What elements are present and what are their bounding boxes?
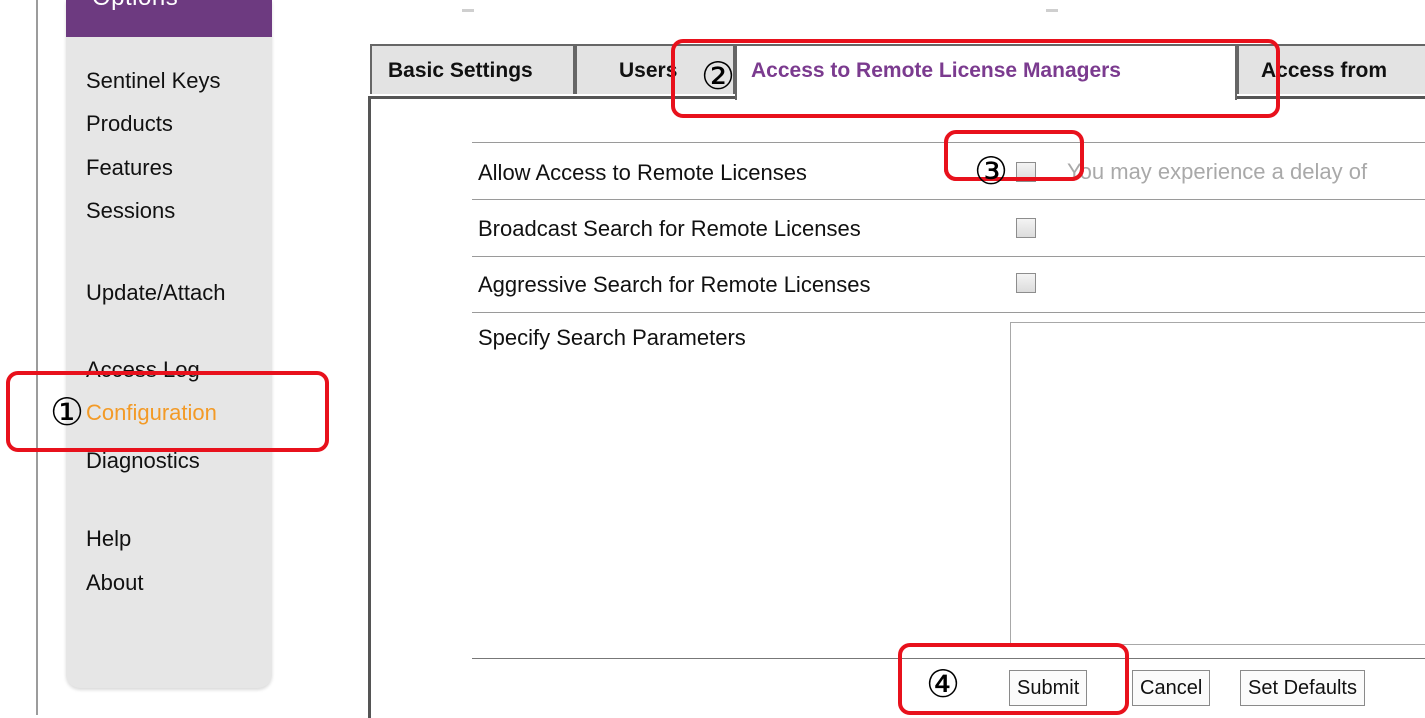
tab-access-from[interactable]: Access from (1237, 44, 1425, 94)
sidebar-item-help[interactable]: Help (86, 526, 131, 552)
submit-button[interactable]: Submit (1009, 670, 1088, 706)
sidebar-item-diagnostics[interactable]: Diagnostics (86, 448, 200, 474)
sidebar-item-sentinel-keys[interactable]: Sentinel Keys (86, 68, 221, 94)
row-divider (472, 142, 1425, 143)
callout-number-3: ③ (974, 149, 1009, 193)
row-divider (472, 256, 1425, 257)
search-parameters-textarea[interactable] (1010, 322, 1425, 645)
set-defaults-button[interactable]: Set Defaults (1240, 670, 1365, 706)
tab-bar: Basic Settings Users Access to Remote Li… (368, 44, 1425, 100)
row-divider (472, 199, 1425, 200)
sidebar-item-access-log[interactable]: Access Log (86, 357, 200, 383)
broadcast-search-label: Broadcast Search for Remote Licenses (478, 216, 861, 241)
top-tick-mark (462, 9, 474, 12)
delay-hint-text: You may experience a delay of (1067, 159, 1368, 184)
allow-access-label: Allow Access to Remote Licenses (478, 160, 807, 185)
broadcast-search-checkbox[interactable] (1016, 218, 1036, 238)
callout-number-1: ① (50, 390, 85, 434)
sidebar: Options Sentinel Keys Products Features … (66, 0, 272, 688)
top-tick-mark (1046, 9, 1058, 12)
left-divider (36, 0, 38, 715)
tab-access-to-remote-license-managers[interactable]: Access to Remote License Managers (735, 44, 1237, 100)
callout-number-4: ④ (926, 662, 961, 706)
sidebar-item-about[interactable]: About (86, 570, 144, 596)
button-bar-divider (472, 658, 1425, 659)
search-parameters-label: Specify Search Parameters (478, 325, 746, 350)
sidebar-item-update-attach[interactable]: Update/Attach (86, 280, 225, 306)
row-divider (472, 312, 1425, 313)
cancel-button[interactable]: Cancel (1132, 670, 1211, 706)
callout-number-2: ② (701, 54, 736, 98)
sidebar-item-features[interactable]: Features (86, 155, 173, 181)
sidebar-item-configuration[interactable]: Configuration (86, 400, 217, 426)
sidebar-item-products[interactable]: Products (86, 111, 173, 137)
aggressive-search-label: Aggressive Search for Remote Licenses (478, 272, 871, 297)
tab-basic-settings[interactable]: Basic Settings (370, 44, 575, 94)
allow-access-checkbox[interactable] (1016, 162, 1036, 182)
sidebar-header-label: Options (92, 0, 178, 12)
aggressive-search-checkbox[interactable] (1016, 273, 1036, 293)
sidebar-item-sessions[interactable]: Sessions (86, 198, 175, 224)
sidebar-header: Options (66, 0, 272, 37)
